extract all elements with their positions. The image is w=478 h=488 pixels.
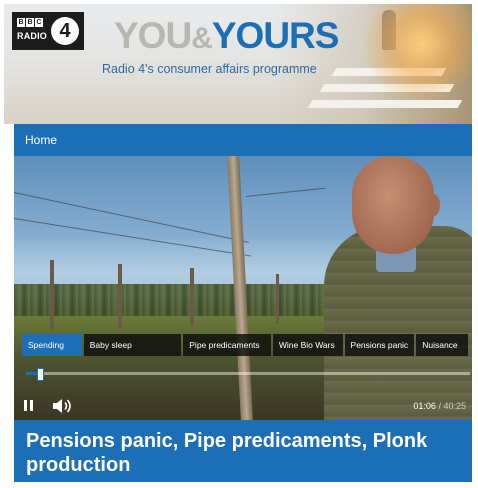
chapter-baby-sleep[interactable]: Baby sleep — [83, 334, 182, 356]
programme-title: YOU&YOURS — [114, 15, 340, 59]
title-ampersand: & — [191, 22, 213, 55]
navigation-bar: Home — [14, 124, 472, 156]
current-time: 01:06 — [413, 401, 436, 411]
total-time: 40:25 — [443, 401, 466, 411]
vine-post — [50, 260, 54, 330]
title-yours: YOURS — [211, 15, 340, 56]
title-you: YOU — [114, 15, 192, 56]
progress-bar[interactable] — [26, 368, 470, 381]
time-separator: / — [438, 401, 441, 411]
programme-subtitle: Radio 4's consumer affairs programme — [102, 62, 317, 76]
vine-post — [118, 264, 122, 328]
presenter-figure — [314, 156, 472, 420]
vine-post — [276, 274, 279, 324]
bbc-radio-4-logo[interactable]: B B C RADIO 4 — [12, 12, 84, 50]
chapter-nuisance[interactable]: Nuisance — [416, 334, 468, 356]
chapter-wine-bio-wars[interactable]: Wine Bio Wars — [272, 334, 343, 356]
vine-post — [190, 268, 194, 326]
episode-headline-panel: Pensions panic, Pipe predicaments, Plonk… — [14, 420, 472, 482]
pause-icon[interactable] — [24, 400, 34, 411]
progress-scrubber-handle[interactable] — [36, 368, 44, 381]
volume-icon[interactable] — [52, 398, 74, 414]
bbc-letter: B — [17, 18, 25, 27]
programme-banner: B B C RADIO 4 YOU&YOURS Radio 4's consum… — [4, 4, 472, 124]
bbc-blocks: B B C — [17, 18, 43, 27]
chapter-bar: Spending Baby sleep Pipe predicaments Wi… — [22, 334, 468, 356]
logo-radio-text: RADIO — [17, 31, 47, 41]
video-player[interactable] — [14, 156, 472, 420]
presenter-ear — [428, 194, 440, 216]
logo-four-circle: 4 — [51, 17, 79, 45]
bbc-letter: C — [35, 18, 43, 27]
presenter-face — [352, 156, 434, 254]
chapter-pipe-predicaments[interactable]: Pipe predicaments — [183, 334, 271, 356]
chapter-spending[interactable]: Spending — [22, 334, 82, 356]
episode-headline: Pensions panic, Pipe predicaments, Plonk… — [26, 430, 428, 476]
time-display: 01:06 / 40:25 — [413, 401, 466, 411]
home-link[interactable]: Home — [25, 133, 57, 147]
bbc-letter: B — [26, 18, 34, 27]
chapter-pensions-panic[interactable]: Pensions panic — [344, 334, 415, 356]
